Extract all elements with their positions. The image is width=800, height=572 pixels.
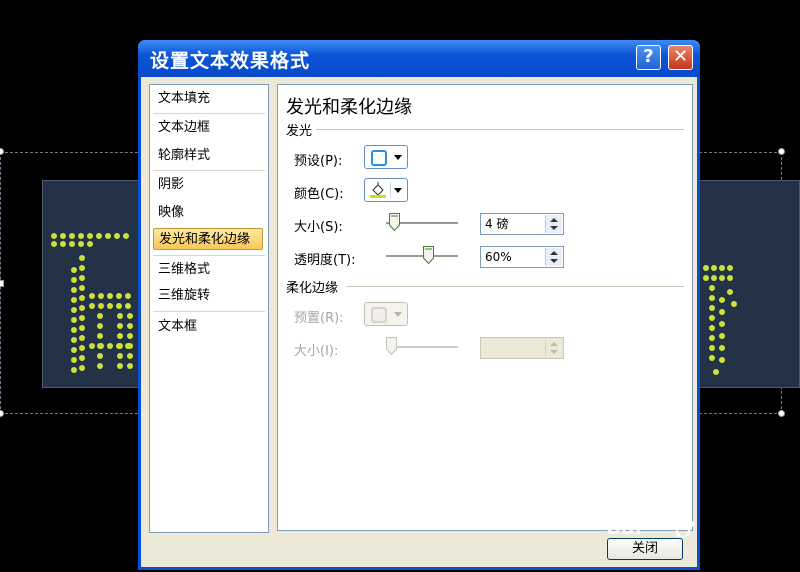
spin-up-icon[interactable] [550,342,558,346]
nav-item-reflection[interactable]: 映像 [153,202,263,224]
spin-down-icon[interactable] [550,350,558,354]
format-text-effects-dialog: 设置文本效果格式 ? ✕ 文本填充 文本边框 轮廓样式 阴影 映像 发光和柔化边… [138,40,700,570]
glow-preset-label: 预设(P): [294,154,343,169]
glow-transparency-spinbox[interactable]: 60% [480,246,564,268]
nav-item-text-outline[interactable]: 文本边框 [153,117,263,139]
dropdown-divider [390,182,391,198]
soft-edges-size-slider-thumb[interactable] [386,337,397,355]
paint-bucket-icon [370,182,386,198]
spin-down-icon[interactable] [550,226,558,230]
soft-edges-preset-swatch [371,307,387,323]
glow-color-label: 颜色(C): [294,187,344,202]
nav-item-text-box[interactable]: 文本框 [153,316,263,338]
category-list: 文本填充 文本边框 轮廓样式 阴影 映像 发光和柔化边缘 三维格式 三维旋转 文… [149,84,269,533]
chevron-down-icon [394,155,402,160]
soft-edges-size-spinbox[interactable] [480,337,564,359]
glow-size-label: 大小(S): [294,220,343,235]
spin-buttons[interactable] [545,339,562,357]
nav-divider [153,113,265,114]
dialog-title: 设置文本效果格式 [150,50,311,72]
dialog-body: 文本填充 文本边框 轮廓样式 阴影 映像 发光和柔化边缘 三维格式 三维旋转 文… [141,77,697,567]
settings-panel: 发光和柔化边缘 发光 预设(P): 颜色(C): 大小(S): 4 磅 透明度(… [277,84,693,531]
nav-item-shadow[interactable]: 阴影 [153,174,263,196]
group-divider [316,129,684,130]
group-divider [346,286,684,287]
glow-group-label: 发光 [286,124,313,139]
watermark-text: Bai [606,515,642,539]
spin-down-icon[interactable] [550,259,558,263]
title-bar[interactable]: 设置文本效果格式 ? ✕ [138,40,700,77]
chevron-down-icon [394,312,402,317]
glow-size-value: 4 磅 [485,217,509,231]
glow-color-dropdown[interactable] [364,178,408,202]
nav-item-glow-soft-edges[interactable]: 发光和柔化边缘 [153,228,263,250]
spin-buttons[interactable] [545,215,562,233]
paw-logo-icon [672,516,695,538]
glow-transparency-slider-thumb[interactable] [422,246,434,264]
glow-preset-dropdown[interactable] [364,145,408,169]
chevron-down-icon [394,188,402,193]
nav-item-text-fill[interactable]: 文本填充 [153,88,263,110]
glow-size-slider-thumb[interactable] [389,213,401,231]
glow-transparency-value: 60% [485,250,512,264]
nav-divider [153,311,265,312]
spin-up-icon[interactable] [550,251,558,255]
spin-up-icon[interactable] [550,218,558,222]
spin-buttons[interactable] [545,248,562,266]
nav-item-3d-format[interactable]: 三维格式 [153,259,263,281]
soft-edges-size-label: 大小(I): [294,344,339,359]
close-window-button[interactable]: ✕ [668,45,693,70]
glow-transparency-label: 透明度(T): [294,253,356,268]
nav-divider [153,255,265,256]
nav-item-outline-style[interactable]: 轮廓样式 [153,145,263,167]
nav-divider [153,170,265,171]
panel-title: 发光和柔化边缘 [286,97,412,118]
nav-item-3d-rotation[interactable]: 三维旋转 [153,285,263,307]
glow-size-spinbox[interactable]: 4 磅 [480,213,564,235]
glow-preset-swatch [371,150,387,166]
soft-edges-preset-label: 预置(R): [294,311,344,326]
soft-edges-group-label: 柔化边缘 [286,281,339,296]
soft-edges-preset-dropdown[interactable] [364,302,408,326]
help-button[interactable]: ? [636,45,661,70]
